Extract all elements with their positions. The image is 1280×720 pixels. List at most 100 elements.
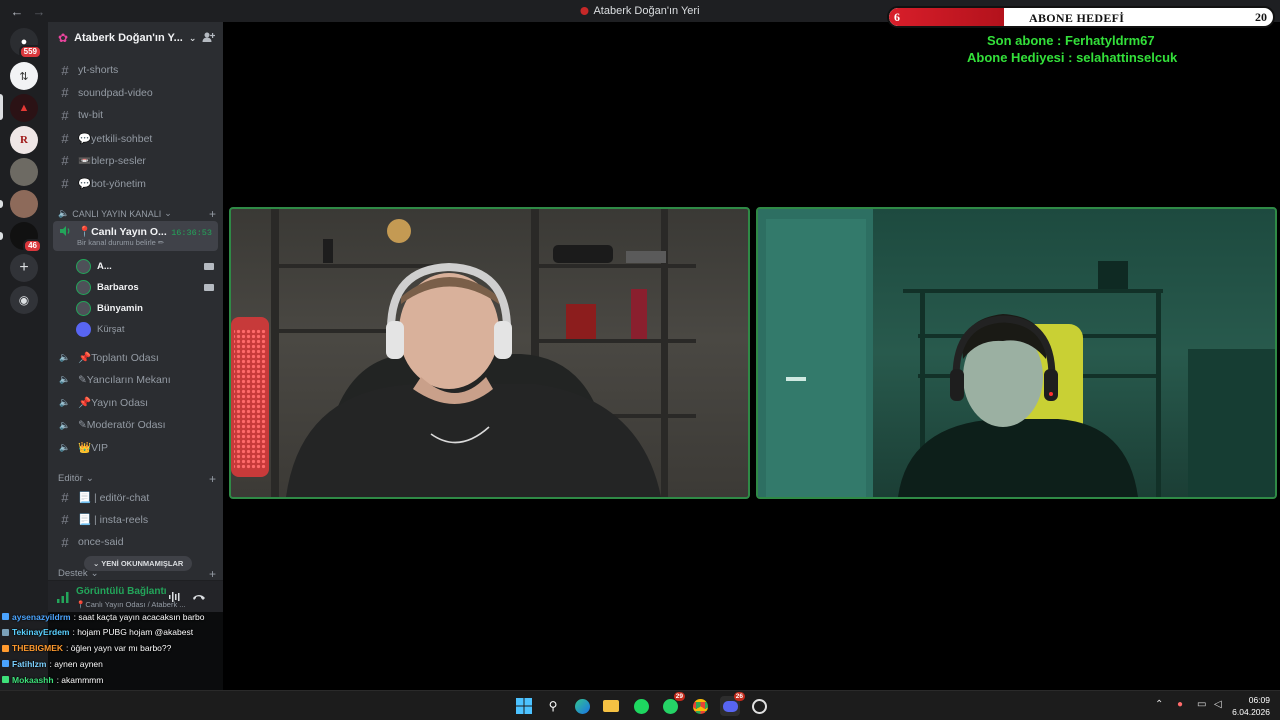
chevron-up-icon[interactable]: ⌃ bbox=[1155, 699, 1163, 710]
invite-people-icon[interactable] bbox=[201, 30, 215, 44]
chat-message: Fatihlzm: aynen aynen bbox=[2, 656, 103, 671]
text-channel-name: 💬yetkili-sohbet bbox=[78, 132, 153, 145]
category-editor[interactable]: Editör ⌄ + bbox=[58, 472, 218, 486]
new-unreads-pill[interactable]: ⌄ YENİ OKUNMAMIŞLAR bbox=[84, 556, 193, 571]
signal-icon[interactable] bbox=[56, 591, 70, 603]
voice-connection-panel: Görüntülü Bağlantı Kuruldu 📍Canlı Yayın … bbox=[48, 580, 223, 612]
text-channel[interactable]: # 💬bot-yönetim bbox=[53, 174, 218, 194]
sub-goal-label: ABONE HEDEFİ bbox=[1029, 11, 1125, 25]
disconnect-icon[interactable] bbox=[192, 591, 206, 603]
server-icon-1[interactable]: ⇅ bbox=[10, 62, 38, 90]
chrome-icon[interactable] bbox=[690, 696, 710, 716]
explore-button[interactable]: ◉ bbox=[10, 286, 38, 314]
chat-username: Fatihlzm bbox=[12, 658, 47, 669]
camera-icon bbox=[204, 283, 214, 291]
text-channel[interactable]: # tw-bit bbox=[53, 105, 218, 125]
text-channel-name: 📃 | insta-reels bbox=[78, 514, 149, 527]
discord-taskbar-icon[interactable]: 26 bbox=[720, 692, 745, 716]
server-icon-3[interactable]: R bbox=[10, 126, 38, 154]
video-stage bbox=[223, 22, 1280, 690]
video-tile-barbaros[interactable] bbox=[229, 207, 750, 499]
text-channel[interactable]: # 📃 | insta-reels bbox=[53, 510, 218, 530]
text-channel-name: tw-bit bbox=[78, 109, 104, 122]
file-explorer-icon[interactable] bbox=[601, 696, 621, 716]
category-support-label: Destek bbox=[58, 568, 88, 579]
server-icon-5[interactable] bbox=[10, 190, 38, 218]
edge-icon[interactable] bbox=[572, 696, 592, 716]
unread-indicator bbox=[0, 232, 3, 240]
network-icon[interactable]: ▭ bbox=[1197, 699, 1206, 710]
start-button[interactable] bbox=[514, 696, 534, 716]
hash-icon: # bbox=[61, 512, 69, 528]
text-channel[interactable]: # 📼blerp-sesler bbox=[53, 151, 218, 171]
text-channel[interactable]: # yt-shorts bbox=[53, 60, 218, 80]
voice-channel[interactable]: 🔈 ✎Yancıların Mekanı bbox=[53, 370, 218, 390]
add-channel-icon[interactable]: + bbox=[209, 207, 216, 221]
spotify-icon[interactable] bbox=[631, 696, 651, 716]
voice-channel[interactable]: 🔈 📌Toplantı Odası bbox=[53, 347, 218, 367]
voice-channel-live[interactable]: 📍Canlı Yayın O... 16:36:53 Bir kanal dur… bbox=[53, 221, 218, 251]
voice-channel-name: 📌Yayın Odası bbox=[78, 396, 149, 409]
hash-icon: # bbox=[61, 534, 69, 550]
hash-icon: # bbox=[61, 62, 69, 78]
voice-user[interactable]: Barbaros bbox=[76, 277, 216, 297]
speaker-icon: 🔈 bbox=[59, 351, 71, 362]
add-channel-icon[interactable]: + bbox=[209, 567, 216, 581]
microphone-icon[interactable]: ● bbox=[1177, 699, 1183, 710]
home-button[interactable]: ● 559 bbox=[10, 28, 42, 59]
hash-icon: # bbox=[61, 176, 69, 191]
voice-channel[interactable]: 🔈 ✎Moderatör Odası bbox=[53, 415, 218, 435]
voice-user[interactable]: Kürşat bbox=[76, 320, 216, 340]
sub-goal-overlay: 6 ABONE HEDEFİ 20 bbox=[887, 6, 1275, 28]
chat-message: THEBIGMEK: öğlen yayn var mı barbo?? bbox=[2, 641, 171, 656]
server-icon-2[interactable]: ▲ bbox=[10, 94, 38, 122]
channel-sidebar: ✿ Ataberk Doğan'ın Y... ⌄ # yt-shorts # sou… bbox=[48, 22, 223, 612]
whatsapp-icon[interactable]: 29 bbox=[660, 692, 685, 716]
windows-logo-icon bbox=[516, 698, 532, 714]
server-3-label: R bbox=[20, 134, 28, 146]
server-icon-4[interactable] bbox=[10, 158, 38, 186]
chat-username: THEBIGMEK bbox=[12, 643, 63, 654]
avatar bbox=[76, 279, 91, 295]
obs-icon[interactable] bbox=[749, 696, 769, 716]
text-channel[interactable]: # soundpad-video bbox=[53, 83, 218, 103]
system-clock[interactable]: 06:09 6.04.2026 bbox=[1232, 694, 1270, 718]
chat-message: aysenazyildrm: saat kaçta yayın acacaksı… bbox=[2, 609, 204, 624]
video-tile-bunyamin[interactable] bbox=[756, 207, 1277, 499]
guild-header[interactable]: ✿ Ataberk Doğan'ın Y... ⌄ bbox=[48, 22, 223, 54]
noise-suppression-icon[interactable] bbox=[168, 591, 182, 603]
speaker-icon: 🔈 bbox=[59, 374, 71, 385]
text-channel[interactable]: # 📃 | editör-chat bbox=[53, 487, 218, 507]
text-channel[interactable]: # once-said bbox=[53, 532, 218, 552]
avatar bbox=[76, 258, 91, 274]
webcam-feed bbox=[758, 209, 1275, 497]
back-arrow-icon[interactable]: ← bbox=[10, 4, 24, 19]
voice-user[interactable]: A... bbox=[76, 256, 216, 276]
volume-icon[interactable]: ◁ bbox=[1214, 699, 1222, 710]
voice-channel-name: ✎Yancıların Mekanı bbox=[78, 373, 171, 386]
speaker-icon: 🔈 bbox=[58, 208, 70, 218]
active-server-indicator bbox=[0, 94, 3, 120]
add-channel-icon[interactable]: + bbox=[209, 472, 216, 486]
voice-connection-status[interactable]: Görüntülü Bağlantı Kuruldu bbox=[76, 586, 166, 597]
chat-badge-icon bbox=[2, 613, 9, 620]
server-icon bbox=[580, 7, 589, 15]
server-icon-6[interactable]: 46 bbox=[10, 222, 42, 253]
forward-arrow-icon[interactable]: → bbox=[32, 4, 46, 19]
add-server-button[interactable]: + bbox=[10, 254, 38, 282]
voice-user-name: Kürşat bbox=[97, 324, 125, 336]
category-live[interactable]: 🔈 CANLI YAYIN KANALI ⌄ + bbox=[58, 207, 218, 221]
gift-sub-text: Abone Hediyesi : selahattinselcuk bbox=[967, 50, 1178, 65]
category-live-label: CANLI YAYIN KANALI bbox=[72, 208, 162, 219]
search-icon[interactable]: ⚲ bbox=[543, 696, 563, 716]
channel-status-prompt[interactable]: Bir kanal durumu belirle ✏ bbox=[77, 238, 164, 247]
chevron-down-icon: ⌄ bbox=[188, 32, 197, 43]
voice-user[interactable]: Bünyamin bbox=[76, 299, 216, 319]
voice-channel[interactable]: 🔈 📌Yayın Odası bbox=[53, 392, 218, 412]
speaker-icon: 🔈 bbox=[59, 419, 71, 430]
avatar bbox=[76, 301, 91, 317]
text-channel[interactable]: # 💬yetkili-sohbet bbox=[53, 128, 218, 148]
text-channel-name: soundpad-video bbox=[78, 86, 153, 99]
voice-channel[interactable]: 🔈 👑VIP bbox=[53, 438, 218, 458]
sub-goal-progress-fill bbox=[889, 8, 1005, 26]
